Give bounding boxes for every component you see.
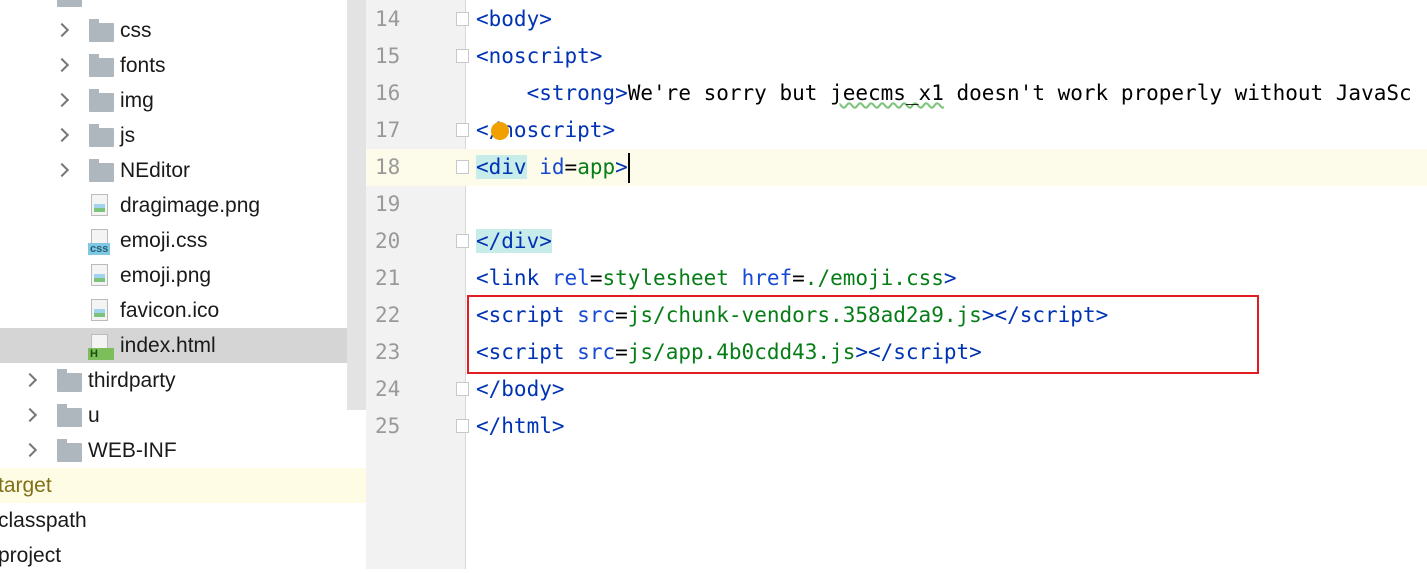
- tree-item-label: project: [0, 543, 62, 567]
- code-line[interactable]: 25 </html>: [366, 408, 1427, 445]
- tree-item[interactable]: thirdparty: [0, 363, 347, 398]
- tree-item-label: classpath: [0, 508, 87, 532]
- folder-icon: [89, 54, 114, 77]
- image-file-icon: [91, 299, 108, 321]
- tree-item-label: css: [120, 18, 152, 42]
- folder-icon: [89, 89, 114, 112]
- tree-item[interactable]: Hindex.html: [0, 328, 366, 363]
- code-text: </div>: [476, 229, 552, 253]
- code-line[interactable]: 15 <noscript>: [366, 38, 1427, 75]
- folder-icon: [89, 124, 114, 147]
- folder-icon: [57, 0, 82, 7]
- line-number: 18: [375, 155, 401, 179]
- chevron-right-icon[interactable]: [54, 127, 70, 143]
- code-line[interactable]: 14 <body>: [366, 1, 1427, 38]
- chevron-right-icon[interactable]: [54, 92, 70, 108]
- tree-item-label: NEditor: [120, 158, 191, 182]
- tree-item[interactable]: favicon.ico: [0, 293, 347, 328]
- line-number: 15: [375, 44, 401, 68]
- code-text: <noscript>: [476, 44, 603, 68]
- line-number: 17: [375, 118, 401, 142]
- chevron-right-icon[interactable]: [22, 442, 38, 458]
- tree-item[interactable]: classpath: [0, 503, 347, 538]
- code-text: <div id=app>: [476, 149, 630, 186]
- tree-item[interactable]: css emoji.css: [0, 223, 347, 258]
- fold-marker-icon[interactable]: [456, 419, 469, 433]
- code-text: <link rel=stylesheet href=./emoji.css>: [476, 266, 957, 290]
- line-number: 22: [375, 303, 401, 327]
- tree-item-label: WEB-INF: [88, 438, 177, 462]
- code-text: </html>: [476, 414, 565, 438]
- tree-item-label: emoji.png: [120, 263, 212, 287]
- code-text: </body>: [476, 377, 565, 401]
- code-text: <body>: [476, 7, 552, 31]
- code-line[interactable]: 19: [366, 186, 1427, 223]
- tree-item[interactable]: WEB-INF: [0, 433, 347, 468]
- line-number: 20: [375, 229, 401, 253]
- chevron-right-icon[interactable]: [54, 57, 70, 73]
- tree-item-label: target: [0, 473, 52, 497]
- folder-icon: [89, 19, 114, 42]
- tree-item[interactable]: img: [0, 83, 347, 118]
- fold-marker-icon[interactable]: [456, 234, 469, 248]
- image-file-icon: [91, 194, 108, 216]
- chevron-right-icon[interactable]: [54, 22, 70, 38]
- fold-marker-icon[interactable]: [456, 160, 469, 174]
- folder-icon: [57, 404, 82, 427]
- chevron-right-icon[interactable]: [54, 162, 70, 178]
- line-number: 25: [375, 414, 401, 438]
- tree-item[interactable]: NEditor: [0, 153, 347, 188]
- text-cursor: [627, 153, 630, 183]
- project-tree: css fonts img js NEditor dragimage.png css emoj…: [0, 0, 366, 569]
- code-line[interactable]: 17 </noscript>: [366, 112, 1427, 149]
- code-line[interactable]: 18 <div id=app>: [366, 149, 1427, 186]
- image-file-icon: [91, 264, 108, 286]
- folder-icon: [89, 159, 114, 182]
- tree-item[interactable]: css: [0, 13, 347, 48]
- fold-marker-icon[interactable]: [456, 123, 469, 137]
- tree-item-label: emoji.css: [120, 228, 208, 252]
- tree-item[interactable]: project: [0, 538, 347, 573]
- tree-item-label: favicon.ico: [120, 298, 220, 322]
- tree-item[interactable]: emoji.png: [0, 258, 347, 293]
- tree-item-label: thirdparty: [88, 368, 176, 392]
- tree-item[interactable]: u: [0, 398, 347, 433]
- tree-scrollbar[interactable]: [347, 0, 366, 410]
- chevron-right-icon[interactable]: [22, 407, 38, 423]
- tree-item[interactable]: fonts: [0, 48, 347, 83]
- tree-item[interactable]: target: [0, 468, 366, 503]
- line-number: 14: [375, 7, 401, 31]
- lightbulb-icon[interactable]: [491, 122, 509, 140]
- fold-marker-icon[interactable]: [456, 49, 469, 63]
- line-number: 24: [375, 377, 401, 401]
- chevron-right-icon[interactable]: [22, 372, 38, 388]
- tree-item-label: img: [120, 88, 154, 112]
- folder-icon: [57, 369, 82, 392]
- tree-item-label: js: [120, 123, 136, 147]
- fold-marker-icon[interactable]: [456, 12, 469, 26]
- code-line[interactable]: 24 </body>: [366, 371, 1427, 408]
- file-type-badge: css: [88, 243, 111, 255]
- tree-item-label: fonts: [120, 53, 166, 77]
- tree-item[interactable]: dragimage.png: [0, 188, 347, 223]
- line-number: 23: [375, 340, 401, 364]
- folder-icon: [57, 439, 82, 462]
- tree-item[interactable]: js: [0, 118, 347, 153]
- fold-marker-icon[interactable]: [456, 382, 469, 396]
- tree-item-label: dragimage.png: [120, 193, 261, 217]
- file-type-badge: H: [88, 348, 114, 360]
- code-line[interactable]: 20 </div>: [366, 223, 1427, 260]
- tree-item-label: index.html: [120, 333, 216, 357]
- highlight-box: [467, 295, 1259, 374]
- line-number: 19: [375, 192, 401, 216]
- code-text: <strong>We're sorry but jeecms_x1 doesn'…: [526, 81, 1412, 105]
- line-number: 21: [375, 266, 401, 290]
- tree-item-label: u: [88, 403, 100, 427]
- code-line[interactable]: 21 <link rel=stylesheet href=./emoji.css>: [366, 260, 1427, 297]
- line-number: 16: [375, 81, 401, 105]
- code-line[interactable]: 16 <strong>We're sorry but jeecms_x1 doe…: [366, 75, 1427, 112]
